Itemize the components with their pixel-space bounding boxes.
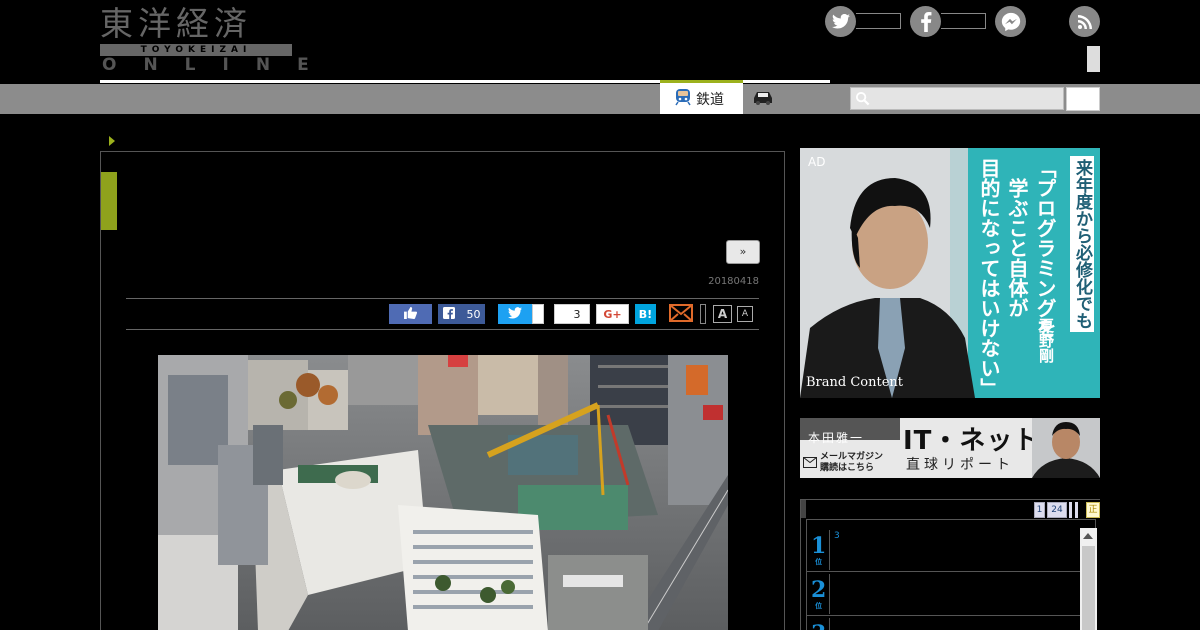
- font-size-small-button[interactable]: A: [737, 306, 753, 322]
- ranking-item[interactable]: 3: [807, 616, 1080, 630]
- share-separator: [700, 304, 706, 324]
- ranking-list: 1位 3 2位 3: [806, 519, 1097, 630]
- columnist-photo: [1032, 418, 1100, 478]
- tweet-button[interactable]: [498, 304, 532, 324]
- facebook-square-icon: [442, 306, 455, 322]
- twitter-icon[interactable]: [825, 6, 856, 37]
- logo-online: ONLINE: [102, 55, 336, 75]
- article-photo: [158, 355, 728, 630]
- mag-author: 本田雅一: [808, 431, 865, 445]
- facebook-share-count: 50: [466, 307, 481, 321]
- search-button[interactable]: [1066, 87, 1100, 111]
- search-input[interactable]: [850, 87, 1064, 110]
- rank-divider: [829, 530, 830, 570]
- search-icon: [855, 91, 870, 110]
- rank-title: 3: [834, 531, 840, 541]
- like-button[interactable]: [389, 304, 432, 324]
- tab-rail-label: 鉄道: [696, 91, 724, 108]
- site-logo[interactable]: 東洋経済 TOYOKEIZAI ONLINE: [100, 4, 309, 74]
- facebook-like-count: [941, 13, 986, 29]
- font-size-large-button[interactable]: A: [713, 305, 732, 323]
- ranking-tab-extra[interactable]: 正: [1086, 502, 1100, 518]
- rank-number: 2位: [811, 577, 827, 610]
- logo-kanji: 東洋経済: [100, 4, 252, 43]
- google-plus-button[interactable]: G+: [596, 304, 629, 324]
- ad-copy-line-1: 来年度から必修化でも: [1070, 156, 1094, 332]
- car-icon: [751, 89, 775, 109]
- ad-banner[interactable]: AD 来年度から必修化でも 「プログラミングを 学ぶこと自体が 目的になってはい…: [800, 148, 1100, 398]
- tab-car[interactable]: [743, 84, 783, 114]
- hatena-bookmark-button[interactable]: B!: [635, 304, 656, 324]
- tab-rail[interactable]: 鉄道: [660, 80, 743, 114]
- ad-copy-line-2: 「プログラミングを: [1033, 158, 1057, 338]
- rss-icon[interactable]: [1069, 6, 1100, 37]
- pocket-count[interactable]: 3: [554, 304, 590, 324]
- tweet-count: [532, 304, 544, 324]
- messenger-icon[interactable]: [995, 6, 1026, 37]
- mag-cta-line-1: メールマガジン: [820, 452, 884, 462]
- ad-copy-line-4: 目的になってはいけない」: [977, 158, 1001, 398]
- title-accent-bar: [101, 172, 117, 230]
- article-date: 20180418: [708, 276, 759, 287]
- next-page-button[interactable]: »: [726, 240, 760, 264]
- mag-title: IT・ネット: [903, 426, 1041, 456]
- ad-copy-line-3: 学ぶこと自体が: [1005, 178, 1029, 318]
- ranking-item[interactable]: 1位 3: [807, 528, 1080, 572]
- header-search-toggle[interactable]: [1087, 46, 1100, 72]
- scroll-up-arrow-icon[interactable]: [1083, 533, 1093, 539]
- ranking-widget: 1 24 正 1位 3 2位 3: [800, 499, 1100, 630]
- mag-subtitle: 直球リポート: [906, 457, 1014, 473]
- mag-cta: メールマガジン 購読はこちら: [820, 452, 883, 474]
- mail-icon: [669, 303, 693, 325]
- ranking-tab-divider: [1069, 502, 1072, 518]
- rank-number: 1位: [811, 533, 827, 566]
- newsletter-banner[interactable]: 本田雅一 メールマガジン 購読はこちら IT・ネット 直球リポート: [800, 418, 1100, 478]
- facebook-share-button[interactable]: 50: [438, 304, 485, 324]
- facebook-icon[interactable]: [910, 6, 941, 37]
- envelope-icon: [803, 453, 817, 472]
- ad-person-name: 夏野剛: [1037, 318, 1055, 363]
- ranking-header-accent: [801, 500, 806, 518]
- mail-share-button[interactable]: [668, 303, 694, 325]
- mag-cta-line-2: 購読はこちら: [820, 463, 875, 473]
- article-panel: » 20180418 50 3 G+ B! A A: [100, 151, 785, 630]
- scroll-thumb[interactable]: [1082, 546, 1095, 630]
- ad-label: AD: [808, 155, 826, 169]
- ranking-scrollbar[interactable]: [1080, 528, 1097, 630]
- ranking-page-24[interactable]: 24: [1047, 502, 1067, 518]
- ranking-tab-divider: [1075, 502, 1078, 518]
- share-divider-top: [126, 298, 759, 299]
- twitter-bird-icon: [508, 306, 522, 322]
- rank-divider: [829, 574, 830, 614]
- ranking-page-1[interactable]: 1: [1034, 502, 1045, 518]
- ranking-item[interactable]: 2位: [807, 572, 1080, 616]
- share-divider-bottom: [126, 329, 759, 330]
- breadcrumb-arrow-icon: [109, 136, 115, 146]
- thumbs-up-icon: [404, 306, 418, 322]
- train-icon: [674, 88, 692, 110]
- rank-divider: [829, 618, 830, 630]
- twitter-follow-count: [856, 13, 901, 29]
- ad-brand-label: Brand Content: [806, 375, 904, 390]
- rank-number: 3: [811, 622, 826, 630]
